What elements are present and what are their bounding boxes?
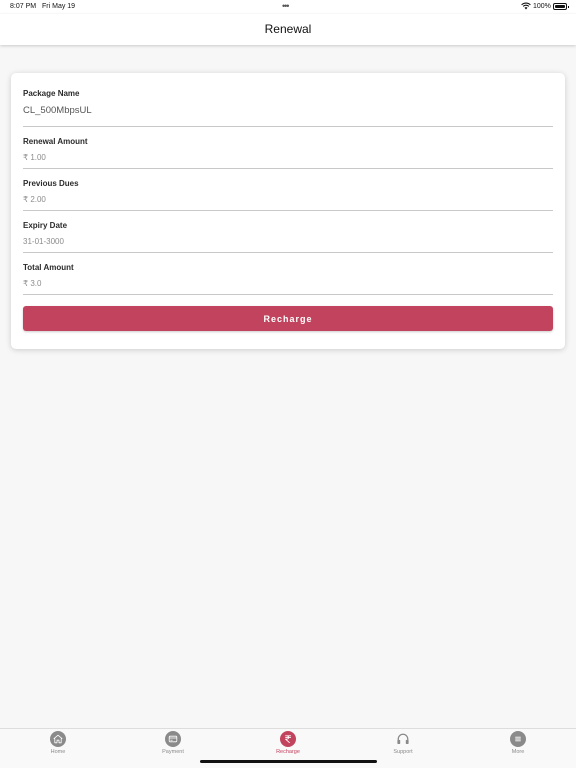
status-bar: 8:07 PM Fri May 19 ••• 100%	[0, 0, 576, 14]
recharge-button[interactable]: Recharge	[23, 306, 553, 331]
tab-recharge-label: Recharge	[276, 749, 300, 755]
home-indicator[interactable]	[200, 760, 377, 763]
tab-payment[interactable]: Payment	[133, 731, 213, 755]
nav-header: Renewal	[0, 14, 576, 45]
tab-home[interactable]: Home	[18, 731, 98, 755]
renewal-amount-label: Renewal Amount	[23, 137, 88, 146]
package-name-field: Package Name CL_500MbpsUL	[23, 89, 553, 127]
home-icon	[50, 731, 66, 747]
headphones-icon	[395, 731, 411, 747]
total-amount-field: Total Amount ₹ 3.0	[23, 263, 553, 295]
battery-percentage: 100%	[533, 3, 551, 10]
payment-icon	[165, 731, 181, 747]
battery-icon	[553, 3, 569, 10]
tab-support-label: Support	[393, 749, 413, 755]
previous-dues-label: Previous Dues	[23, 179, 79, 188]
multitasking-dots-icon[interactable]: •••	[282, 1, 290, 11]
renewal-amount-field: Renewal Amount ₹ 1.00	[23, 137, 553, 169]
page-title: Renewal	[264, 22, 312, 36]
tab-support[interactable]: Support	[363, 731, 443, 755]
tab-recharge[interactable]: Recharge	[248, 731, 328, 755]
tab-more-label: More	[511, 749, 525, 755]
wifi-icon	[521, 2, 531, 10]
tab-payment-label: Payment	[162, 749, 184, 755]
menu-icon	[510, 731, 526, 747]
expiry-date-field: Expiry Date 31-01-3000	[23, 221, 553, 253]
status-date: Fri May 19	[42, 3, 76, 10]
expiry-date-value: 31-01-3000	[23, 237, 64, 246]
renewal-amount-value: ₹ 1.00	[23, 153, 46, 162]
package-name-label: Package Name	[23, 89, 80, 98]
previous-dues-value: ₹ 2.00	[23, 195, 46, 204]
tab-home-label: Home	[50, 749, 66, 755]
renewal-card: Package Name CL_500MbpsUL Renewal Amount…	[11, 73, 565, 349]
tab-more[interactable]: More	[478, 731, 558, 755]
previous-dues-field: Previous Dues ₹ 2.00	[23, 179, 553, 211]
rupee-icon	[280, 731, 296, 747]
package-name-value: CL_500MbpsUL	[23, 105, 92, 116]
total-amount-label: Total Amount	[23, 263, 74, 272]
status-time: 8:07 PM	[10, 3, 37, 10]
expiry-date-label: Expiry Date	[23, 221, 68, 230]
total-amount-value: ₹ 3.0	[23, 279, 42, 288]
